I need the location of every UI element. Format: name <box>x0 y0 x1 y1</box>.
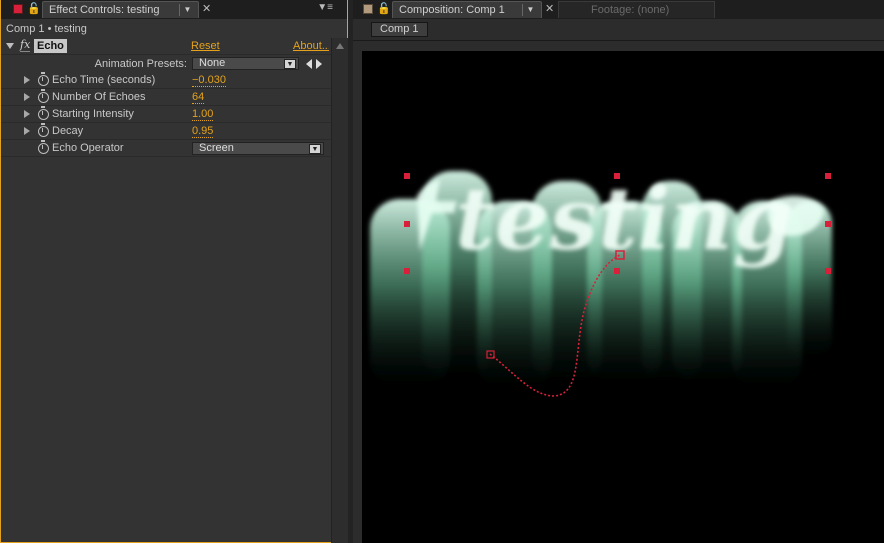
tab-effect-controls[interactable]: Effect Controls: testing ▼ <box>42 1 199 18</box>
property-row-number-of-echoes: Number Of Echoes 64 <box>1 89 331 106</box>
property-row-starting-intensity: Starting Intensity 1.00 <box>1 106 331 123</box>
composition-viewer[interactable]: testing <box>362 51 884 543</box>
animation-presets-label: Animation Presets: <box>94 58 187 70</box>
stopwatch-icon[interactable] <box>38 89 49 103</box>
tab-composition[interactable]: Composition: Comp 1 ▼ <box>392 1 542 18</box>
property-label: Echo Time (seconds) <box>52 74 156 86</box>
expand-triangle-icon[interactable] <box>24 127 30 135</box>
animation-presets-value: None <box>199 57 226 69</box>
about-button[interactable]: About... <box>293 40 329 52</box>
effect-controls-panel: 🔓 Effect Controls: testing ▼ ✕ ▼≡ Comp 1… <box>0 0 348 543</box>
scroll-up-arrow-icon[interactable] <box>336 43 344 49</box>
lock-icon[interactable]: 🔓 <box>27 2 41 16</box>
property-value[interactable]: −0.030 <box>192 74 226 87</box>
echo-operator-value: Screen <box>199 142 234 154</box>
chevron-down-icon: ▼ <box>284 59 296 69</box>
composition-panel: 🔓 Composition: Comp 1 ▼ ✕ Footage: (none… <box>353 0 884 543</box>
property-row-decay: Decay 0.95 <box>1 123 331 140</box>
stopwatch-icon[interactable] <box>38 123 49 137</box>
lock-icon[interactable]: 🔓 <box>377 2 391 15</box>
chevron-down-icon: ▼ <box>309 144 321 154</box>
fx-toggle-icon[interactable]: fx <box>20 39 31 52</box>
animation-presets-row: Animation Presets: None ▼ <box>1 55 331 72</box>
previous-preset-icon[interactable] <box>306 59 312 69</box>
property-label: Number Of Echoes <box>52 91 146 103</box>
tab-composition-label: Composition: Comp 1 <box>399 4 505 16</box>
tab-effect-controls-label: Effect Controls: testing <box>49 4 160 16</box>
next-preset-icon[interactable] <box>316 59 322 69</box>
expand-triangle-icon[interactable] <box>24 110 30 118</box>
echo-operator-select[interactable]: Screen ▼ <box>192 142 324 155</box>
breadcrumb: Comp 1 • testing <box>6 23 87 35</box>
effect-controls-tabbar: 🔓 Effect Controls: testing ▼ ✕ ▼≡ <box>1 0 347 19</box>
close-icon[interactable]: ✕ <box>545 2 554 15</box>
close-icon[interactable]: ✕ <box>202 2 211 15</box>
label-color-swatch[interactable] <box>363 4 373 14</box>
composition-navigator-bar: Comp 1 <box>353 19 884 41</box>
expand-triangle-icon[interactable] <box>24 93 30 101</box>
property-label: Starting Intensity <box>52 108 134 120</box>
tab-footage[interactable]: Footage: (none) <box>558 1 715 18</box>
property-value[interactable]: 1.00 <box>192 108 214 121</box>
comp-breadcrumb-button[interactable]: Comp 1 <box>371 22 428 37</box>
viewer-canvas: testing <box>370 169 832 397</box>
effect-name[interactable]: Echo <box>34 39 67 53</box>
expand-triangle-icon[interactable] <box>24 76 30 84</box>
property-row-echo-time: Echo Time (seconds) −0.030 <box>1 72 331 89</box>
animation-presets-select[interactable]: None ▼ <box>192 57 299 70</box>
property-label: Decay <box>52 125 84 137</box>
stopwatch-icon[interactable] <box>38 106 49 120</box>
composition-tabbar: 🔓 Composition: Comp 1 ▼ ✕ Footage: (none… <box>353 0 884 19</box>
property-row-echo-operator: Echo Operator Screen ▼ <box>1 140 331 157</box>
vertical-scrollbar[interactable] <box>331 38 348 543</box>
effect-header-echo: fx Echo Reset About... <box>1 38 331 55</box>
label-color-swatch[interactable] <box>13 4 23 14</box>
disclosure-triangle-icon[interactable] <box>6 43 14 49</box>
property-value[interactable]: 64 <box>192 91 205 104</box>
stopwatch-icon[interactable] <box>38 140 49 154</box>
stopwatch-icon[interactable] <box>38 72 49 86</box>
tab-dropdown-arrow-icon[interactable]: ▼ <box>522 4 538 16</box>
reset-button[interactable]: Reset <box>191 40 220 52</box>
panel-menu-icon[interactable]: ▼≡ <box>317 2 333 13</box>
tab-dropdown-arrow-icon[interactable]: ▼ <box>179 4 195 16</box>
property-label: Echo Operator <box>52 142 124 154</box>
property-value[interactable]: 0.95 <box>192 125 214 138</box>
tab-footage-label: Footage: (none) <box>591 4 670 16</box>
